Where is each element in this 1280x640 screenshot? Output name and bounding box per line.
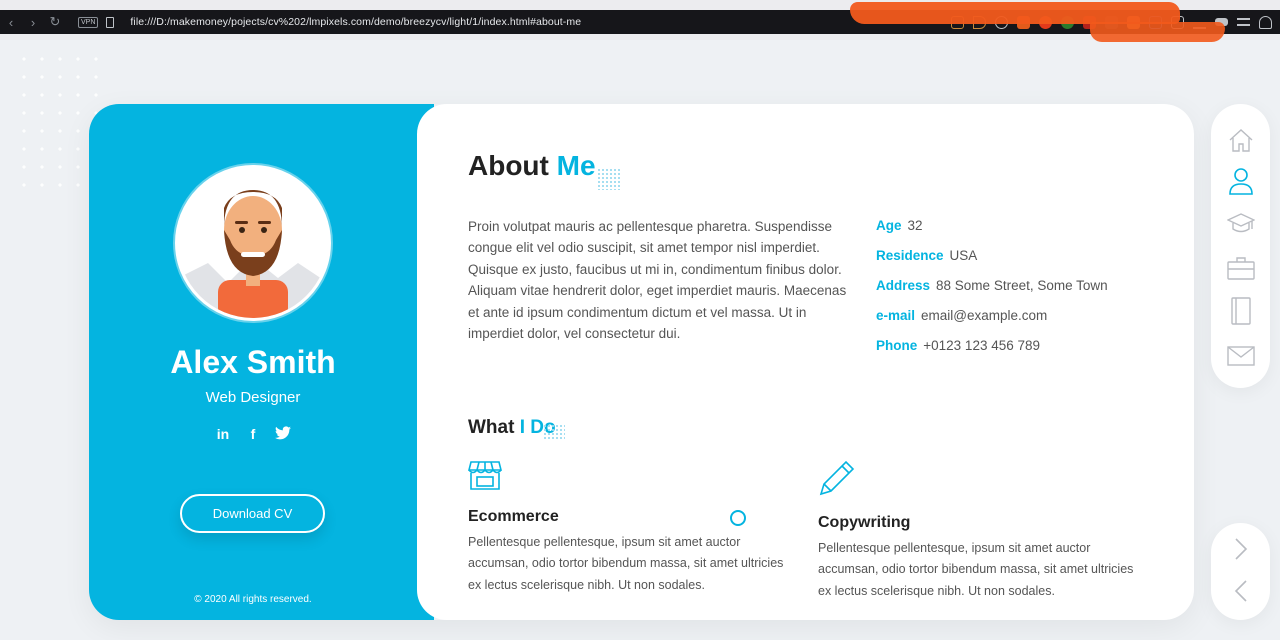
- title-dots: [597, 168, 621, 190]
- subtitle-dots: [543, 424, 565, 440]
- copyright-text: © 2020 All rights reserved.: [194, 594, 312, 605]
- book-icon[interactable]: [1227, 297, 1255, 325]
- linkedin-icon[interactable]: in: [215, 426, 231, 443]
- about-title-accent: Me: [556, 150, 596, 181]
- page-arrows: [1211, 523, 1270, 620]
- chevron-right-icon[interactable]: [1229, 537, 1253, 561]
- about-content: About Me Proin volutpat mauris ac pellen…: [417, 104, 1194, 620]
- redaction-scribble-2: [1090, 22, 1225, 42]
- info-value: 88 Some Street, Some Town: [936, 278, 1108, 293]
- avatar-illustration: [178, 190, 328, 318]
- info-email: e-mail email@example.com: [876, 306, 1108, 336]
- side-navigation: [1211, 104, 1270, 388]
- info-label: Phone: [876, 338, 918, 353]
- twitter-icon[interactable]: [275, 426, 291, 443]
- profile-panel: Alex Smith Web Designer in f Download CV…: [89, 104, 434, 620]
- social-links: in f: [89, 426, 417, 443]
- service-ecommerce: Ecommerce Pellentesque pellentesque, ips…: [467, 459, 788, 596]
- info-phone: Phone +0123 123 456 789: [876, 336, 1108, 366]
- next-section-icon: [730, 510, 746, 526]
- info-value: +0123 123 456 789: [923, 338, 1041, 353]
- home-icon[interactable]: [1227, 126, 1255, 154]
- file-icon: [106, 16, 115, 28]
- info-age: Age 32: [876, 216, 1108, 246]
- download-cv-button[interactable]: Download CV: [180, 494, 325, 533]
- info-label: Address: [876, 278, 931, 293]
- envelope-icon[interactable]: [1227, 342, 1255, 370]
- chevron-left-icon[interactable]: [1229, 579, 1253, 603]
- back-icon[interactable]: ‹: [0, 10, 22, 34]
- store-icon: [467, 459, 788, 496]
- info-label: Residence: [876, 248, 944, 263]
- redaction-scribble: [850, 2, 1180, 24]
- browser-chrome: ‹ › ↻ VPN file:///D:/makemoney/pojects/c…: [0, 0, 1280, 42]
- about-title: About Me: [468, 150, 596, 182]
- vpn-badge[interactable]: VPN: [78, 16, 99, 28]
- about-description: Proin volutpat mauris ac pellentesque ph…: [468, 219, 847, 342]
- info-address: Address 88 Some Street, Some Town: [876, 276, 1108, 306]
- user-icon[interactable]: [1227, 167, 1255, 195]
- avatar: [175, 165, 331, 321]
- reload-icon[interactable]: ↻: [44, 10, 66, 34]
- resume-card: Alex Smith Web Designer in f Download CV…: [89, 104, 1194, 620]
- info-label: Age: [876, 218, 902, 233]
- what-i-do-title-plain: What: [468, 417, 520, 438]
- profile-role: Web Designer: [205, 389, 301, 406]
- info-list: Age 32 Residence USA Address 88 Some Street…: [876, 216, 1108, 366]
- profile-name: Alex Smith: [170, 344, 336, 380]
- settings-icon[interactable]: [1237, 18, 1250, 26]
- info-label: e-mail: [876, 308, 916, 323]
- service-title: Copywriting: [818, 514, 911, 531]
- forward-icon[interactable]: ›: [22, 10, 44, 34]
- info-value: USA: [949, 248, 978, 263]
- service-text: Pellentesque pellentesque, ipsum sit ame…: [468, 535, 784, 592]
- about-title-plain: About: [468, 150, 557, 181]
- pencil-icon: [818, 459, 1138, 502]
- service-text: Pellentesque pellentesque, ipsum sit ame…: [818, 541, 1134, 598]
- url-field[interactable]: file:///D:/makemoney/pojects/cv%202/lmpi…: [130, 16, 581, 28]
- info-value: 32: [907, 218, 923, 233]
- profile-icon[interactable]: [1259, 15, 1272, 29]
- briefcase-icon[interactable]: [1227, 254, 1255, 282]
- graduation-cap-icon[interactable]: [1227, 210, 1255, 238]
- info-value: email@example.com: [921, 308, 1048, 323]
- facebook-icon[interactable]: f: [245, 426, 261, 443]
- info-residence: Residence USA: [876, 246, 1108, 276]
- service-copywriting: Copywriting Pellentesque pellentesque, i…: [818, 459, 1138, 602]
